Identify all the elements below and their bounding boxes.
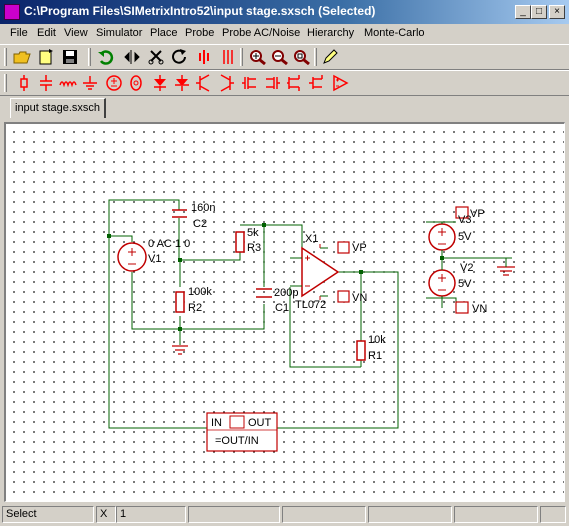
- transfer-probe[interactable]: IN OUT =OUT/IN: [206, 412, 278, 452]
- window-title: C:\Program Files\SIMetrixIntro52\input s…: [24, 4, 376, 18]
- v3-ref: V3: [458, 214, 471, 226]
- undo-icon[interactable]: [96, 47, 116, 67]
- app-icon[interactable]: [4, 4, 20, 20]
- v1-value: 0 AC 1 0: [148, 238, 190, 250]
- v2-ref: V2: [460, 262, 473, 274]
- toolbar-grip[interactable]: [4, 74, 7, 92]
- probe-expression: =OUT/IN: [215, 435, 259, 447]
- toolbar-components: [0, 70, 569, 96]
- r3-ref: R3: [247, 242, 261, 254]
- mosfet-icon[interactable]: [284, 73, 304, 93]
- size-grip[interactable]: [540, 506, 566, 523]
- c1-value: 200p: [274, 287, 298, 299]
- capacitor-c1[interactable]: 200p C1: [256, 287, 298, 314]
- tab-input-stage[interactable]: input stage.sxsch: [10, 98, 106, 118]
- status-bar: Select X 1: [0, 504, 569, 526]
- resistor-r2[interactable]: 100k R2: [175, 286, 212, 314]
- menu-view[interactable]: View: [64, 27, 88, 39]
- r3-value: 5k: [247, 227, 259, 239]
- menu-hierarchy[interactable]: Hierarchy: [307, 27, 354, 39]
- v3-value: 5V: [458, 231, 472, 243]
- voltage-source-icon[interactable]: [104, 73, 124, 93]
- v2-value: 5V: [458, 278, 472, 290]
- menu-file[interactable]: File: [10, 27, 28, 39]
- mirror-icon[interactable]: [122, 47, 142, 67]
- menu-place[interactable]: Place: [150, 27, 178, 39]
- status-value: 1: [116, 506, 186, 523]
- v2-net-label: VN: [472, 303, 487, 315]
- x1-vp-label: VP: [352, 242, 367, 254]
- opamp-icon[interactable]: [330, 73, 350, 93]
- status-cell-6: [454, 506, 538, 523]
- status-axis: X: [96, 506, 116, 523]
- current-source-icon[interactable]: [126, 73, 146, 93]
- menu-simulator[interactable]: Simulator: [96, 27, 142, 39]
- maximize-button[interactable]: □: [531, 5, 547, 19]
- toolbar-separator: [88, 48, 91, 66]
- inductor-icon[interactable]: [58, 73, 78, 93]
- status-mode: Select: [2, 506, 94, 523]
- resistor-r3[interactable]: 5k R3: [235, 227, 261, 254]
- zoom-fit-icon[interactable]: [292, 47, 312, 67]
- toolbar-separator: [314, 48, 317, 66]
- r1-value: 10k: [368, 334, 386, 346]
- document-tabs: input stage.sxsch: [0, 96, 569, 122]
- voltage-source-v3[interactable]: VP V3 5V: [428, 206, 485, 258]
- menu-probe-ac-noise[interactable]: Probe AC/Noise: [222, 27, 300, 39]
- close-button[interactable]: ×: [549, 5, 565, 19]
- rotate-icon[interactable]: [170, 47, 190, 67]
- r1-ref: R1: [368, 350, 382, 362]
- menu-bar: File Edit View Simulator Place Probe Pro…: [0, 24, 569, 44]
- pnp-icon[interactable]: [216, 73, 236, 93]
- probe-voltage-icon[interactable]: [194, 47, 214, 67]
- x1-ref: X1: [305, 233, 318, 245]
- c2-ref: C2: [193, 218, 207, 230]
- title-bar[interactable]: C:\Program Files\SIMetrixIntro52\input s…: [0, 0, 569, 24]
- ground-icon: [497, 266, 515, 276]
- x1-vn-label: VN: [352, 292, 367, 304]
- ground-icon: [172, 345, 188, 355]
- v1-ref: V1: [148, 253, 161, 265]
- r2-ref: R2: [188, 302, 202, 314]
- status-cell-3: [188, 506, 280, 523]
- zener-icon[interactable]: [172, 73, 192, 93]
- nmos-icon[interactable]: [240, 73, 260, 93]
- toolbar-separator: [240, 48, 243, 66]
- pmos-icon[interactable]: [262, 73, 282, 93]
- menu-probe[interactable]: Probe: [185, 27, 214, 39]
- diode-icon[interactable]: [150, 73, 170, 93]
- save-icon[interactable]: [60, 47, 80, 67]
- status-cell-5: [368, 506, 452, 523]
- pencil-icon[interactable]: [320, 47, 340, 67]
- c2-value: 160n: [191, 202, 215, 214]
- zoom-in-icon[interactable]: [248, 47, 268, 67]
- cut-icon[interactable]: [146, 47, 166, 67]
- minimize-button[interactable]: _: [515, 5, 531, 19]
- jfet-icon[interactable]: [306, 73, 326, 93]
- ground-icon[interactable]: [80, 73, 100, 93]
- toolbar-grip[interactable]: [4, 48, 7, 66]
- probe-in-label: IN: [211, 417, 222, 429]
- open-icon[interactable]: [12, 47, 32, 67]
- new-icon[interactable]: [36, 47, 56, 67]
- menu-monte-carlo[interactable]: Monte-Carlo: [364, 27, 425, 39]
- probe-out-label: OUT: [248, 417, 272, 429]
- x1-model: TL072: [295, 299, 326, 311]
- schematic-canvas[interactable]: 160n C2 0 AC 1 0 V1 5k R3 100k R2 200p C…: [4, 122, 565, 502]
- menu-edit[interactable]: Edit: [37, 27, 56, 39]
- resistor-icon[interactable]: [14, 73, 34, 93]
- npn-icon[interactable]: [194, 73, 214, 93]
- capacitor-icon[interactable]: [36, 73, 56, 93]
- v3-net-label: VP: [470, 208, 485, 220]
- zoom-out-icon[interactable]: [270, 47, 290, 67]
- toolbar-main: [0, 44, 569, 70]
- probe-differential-icon[interactable]: [218, 47, 238, 67]
- r2-value: 100k: [188, 286, 212, 298]
- voltage-source-v2[interactable]: VN V2 5V: [428, 258, 487, 315]
- status-cell-4: [282, 506, 366, 523]
- c1-ref: C1: [275, 302, 289, 314]
